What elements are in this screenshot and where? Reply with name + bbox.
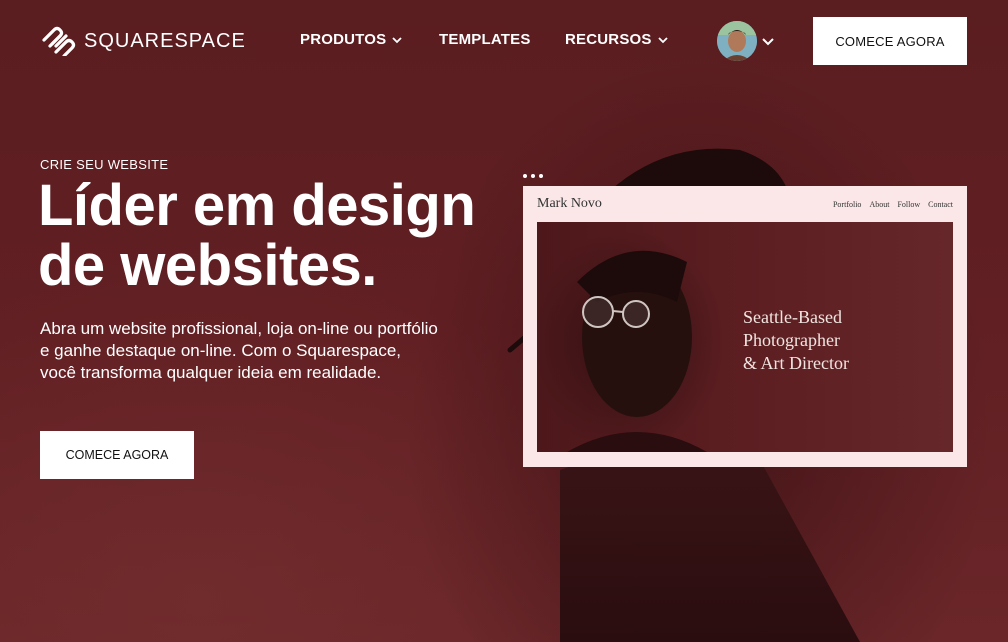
nav-templates-label: TEMPLATES [439, 31, 531, 48]
card-tagline: Seattle-Based Photographer & Art Directo… [743, 306, 943, 375]
nav-templates[interactable]: TEMPLATES [439, 31, 531, 48]
hero-headline-line1: Líder em design [38, 173, 476, 238]
nav-produtos-label: PRODUTOS [300, 31, 387, 48]
chevron-down-icon[interactable] [762, 36, 774, 46]
brand-logo[interactable]: SQUARESPACE [40, 26, 246, 56]
nav-cta-button[interactable]: COMECE AGORA [813, 17, 967, 65]
card-link-about: About [869, 200, 890, 209]
chevron-down-icon [392, 36, 402, 43]
hero-cta-button[interactable]: COMECE AGORA [40, 431, 194, 479]
card-nav-links: Portfolio About Follow Contact [833, 200, 953, 209]
card-tagline-line2: Photographer [743, 330, 840, 350]
card-link-contact: Contact [928, 200, 953, 209]
avatar-photo-icon [717, 21, 757, 61]
hero-headline: Líder em design de websites. [38, 176, 518, 296]
card-dots-icon [523, 174, 543, 178]
user-avatar[interactable] [717, 21, 757, 61]
card-link-portfolio: Portfolio [832, 200, 862, 209]
squarespace-logo-icon [42, 26, 76, 56]
card-site-name: Mark Novo [537, 196, 602, 211]
hero-eyebrow: CRIE SEU WEBSITE [40, 157, 169, 172]
hero-headline-line2: de websites. [38, 233, 377, 298]
hero-subtext: Abra um website profissional, loja on-li… [40, 319, 438, 382]
card-photo: Seattle-Based Photographer & Art Directo… [537, 222, 953, 452]
brand-name: SQUARESPACE [84, 29, 246, 52]
nav-produtos[interactable]: PRODUTOS [300, 31, 402, 48]
chevron-down-icon [657, 36, 668, 43]
nav-recursos-label: RECURSOS [565, 31, 652, 48]
card-tagline-line3: & Art Director [743, 353, 849, 373]
card-link-follow: Follow [897, 200, 921, 209]
template-preview-card: Mark Novo Portfolio About Follow Contact… [523, 186, 967, 467]
top-navigation: SQUARESPACE PRODUTOS TEMPLATES RECURSOS … [0, 0, 1008, 80]
card-tagline-line1: Seattle-Based [743, 307, 842, 327]
nav-recursos[interactable]: RECURSOS [565, 31, 668, 48]
